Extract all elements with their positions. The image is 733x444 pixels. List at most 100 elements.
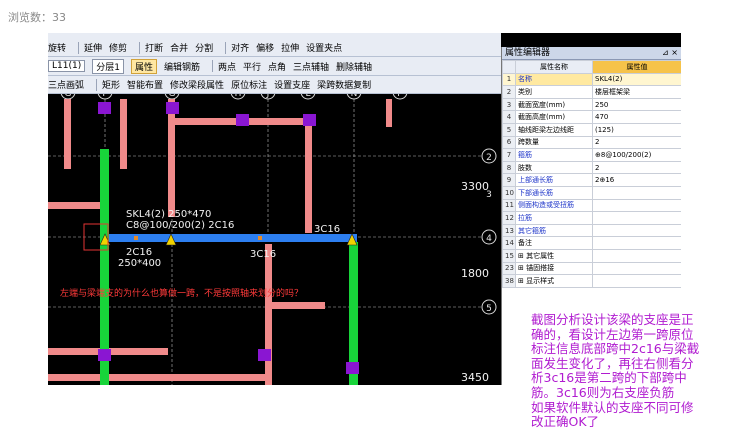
axis-label-n: N: [351, 94, 358, 99]
right-span-rebar-label: 3C16: [314, 224, 340, 235]
break-button[interactable]: 打断: [145, 41, 163, 54]
grip-point-2[interactable]: [258, 236, 262, 240]
property-row[interactable]: 6 跨数量 2: [502, 135, 681, 150]
property-name: 肢数: [515, 160, 593, 175]
property-value-header: 属性值: [592, 60, 681, 74]
rotate-button[interactable]: 旋转: [48, 41, 66, 54]
layer-select[interactable]: L11(1): [48, 60, 86, 72]
modify-segment-button[interactable]: 修改梁段属性: [170, 78, 224, 91]
property-row[interactable]: 2 类别 楼层框架梁: [502, 85, 681, 99]
property-row[interactable]: 5 轴线距梁左边线距 (125): [502, 122, 681, 137]
property-row-number: 12: [502, 211, 516, 225]
property-row-number: 8: [502, 160, 516, 175]
rectangle-button[interactable]: 矩形: [102, 78, 120, 91]
property-value[interactable]: [592, 274, 681, 288]
smart-layout-button[interactable]: 智能布置: [127, 78, 163, 91]
original-mark-button[interactable]: 原位标注: [231, 78, 267, 91]
property-value[interactable]: 2⊕16: [592, 173, 681, 187]
property-value[interactable]: SKL4(2): [592, 72, 681, 87]
point-angle-button[interactable]: 点角: [268, 60, 286, 73]
property-row[interactable]: 23 ⊞ 锚固搭接: [502, 261, 681, 276]
property-value[interactable]: 2: [592, 160, 681, 175]
arc-button[interactable]: 三点画弧: [48, 78, 84, 91]
property-button[interactable]: 属性: [130, 58, 157, 74]
property-name: 名称: [515, 72, 593, 87]
property-value[interactable]: 470: [592, 110, 681, 124]
property-row-number: 38: [502, 274, 516, 288]
two-point-button[interactable]: 两点: [218, 60, 236, 73]
property-value[interactable]: 250: [592, 97, 681, 112]
property-row[interactable]: 38 ⊞ 显示样式: [502, 274, 681, 288]
stretch-button[interactable]: 拉伸: [281, 41, 299, 54]
property-value[interactable]: (125): [592, 122, 681, 137]
property-name: 轴线距梁左边线距: [515, 122, 593, 137]
property-name: ⊞ 锚固搭接: [515, 261, 593, 276]
property-row[interactable]: 11 侧面构造或受扭筋: [502, 198, 681, 213]
property-row[interactable]: 3 截面宽度(mm) 250: [502, 97, 681, 112]
extend-button[interactable]: 延伸: [84, 41, 102, 54]
property-value[interactable]: [592, 198, 681, 213]
property-table: 属性名称 属性值 1 名称 SKL4(2) 2 类别 楼层框架梁 3 截面宽度(mm) 250 4…: [502, 60, 681, 288]
property-name: ⊞ 其它属性: [515, 248, 593, 263]
property-value[interactable]: 2: [592, 135, 681, 150]
axis-label-h: H: [235, 94, 242, 99]
delete-axis-button[interactable]: 删除辅轴: [336, 60, 372, 73]
property-row[interactable]: 12 拉筋: [502, 211, 681, 225]
beam-red-4: [168, 99, 175, 217]
axis-label-g: G: [65, 94, 72, 99]
property-row[interactable]: 15 ⊞ 其它属性: [502, 248, 681, 263]
property-row-number: 4: [502, 110, 516, 124]
property-name: 拉筋: [515, 211, 593, 225]
property-row-number: 9: [502, 173, 516, 187]
split-button[interactable]: 分割: [195, 41, 213, 54]
property-name: 类别: [515, 85, 593, 99]
grip-point-1[interactable]: [134, 236, 138, 240]
offset-button[interactable]: 偏移: [256, 41, 274, 54]
axis-label-2: 2: [486, 153, 492, 163]
property-row[interactable]: 4 截面高度(mm) 470: [502, 110, 681, 124]
three-point-axis-button[interactable]: 三点辅轴: [293, 60, 329, 73]
note-line: 确的，看设计左边第一跨原位: [531, 326, 694, 342]
property-value[interactable]: 楼层框架梁: [592, 85, 681, 99]
note-line: 如果软件默认的支座不同可修: [531, 399, 694, 415]
views-count: 浏览数：33: [8, 11, 66, 24]
set-support-button[interactable]: 设置支座: [274, 78, 310, 91]
trim-button[interactable]: 修剪: [109, 41, 127, 54]
note-line: 析3c16是第二跨的下部跨中: [531, 370, 687, 386]
property-value[interactable]: [592, 248, 681, 263]
pin-icon[interactable]: ⊿ ×: [662, 47, 678, 59]
property-row[interactable]: 14 备注: [502, 236, 681, 250]
property-name: 侧面构造或受扭筋: [515, 198, 593, 213]
property-row-number: 7: [502, 148, 516, 162]
set-grip-button[interactable]: 设置夹点: [306, 41, 342, 54]
property-row[interactable]: 13 其它箍筋: [502, 223, 681, 238]
axis-label-l: L: [305, 94, 310, 99]
property-value[interactable]: ⊕8@100/200(2): [592, 148, 681, 162]
align-button[interactable]: 对齐: [231, 41, 249, 54]
sublayer-select[interactable]: 分层1: [92, 58, 124, 74]
span-copy-button[interactable]: 梁跨数据复制: [317, 78, 371, 91]
property-value[interactable]: [592, 236, 681, 250]
property-value[interactable]: [592, 261, 681, 276]
property-row[interactable]: 10 下部通长筋: [502, 185, 681, 200]
property-name: 上部通长筋: [515, 173, 593, 187]
property-row[interactable]: 8 肢数 2: [502, 160, 681, 175]
property-name: 截面高度(mm): [515, 110, 593, 124]
edit-rebar-button[interactable]: 编辑钢筋: [164, 60, 200, 73]
property-row[interactable]: 9 上部通长筋 2⊕16: [502, 173, 681, 187]
parallel-button[interactable]: 平行: [243, 60, 261, 73]
dimension-3450: 3450: [461, 371, 489, 384]
property-value[interactable]: [592, 223, 681, 238]
property-value[interactable]: [592, 185, 681, 200]
drawing-canvas[interactable]: G F G H J L N P 2 3 4 5 SKL4(2) 250*470 …: [48, 94, 501, 385]
property-row-number: 15: [502, 248, 516, 263]
property-row[interactable]: 7 箍筋 ⊕8@100/200(2): [502, 148, 681, 162]
column-cap-3: [236, 114, 249, 126]
axis-label-j: J: [266, 94, 270, 99]
merge-button[interactable]: 合并: [170, 41, 188, 54]
property-value[interactable]: [592, 211, 681, 225]
beam-red-11: [48, 374, 268, 381]
beam-skl4[interactable]: [102, 234, 357, 242]
property-editor-title-text: 属性编辑器: [505, 48, 551, 58]
property-row[interactable]: 1 名称 SKL4(2): [502, 72, 681, 87]
